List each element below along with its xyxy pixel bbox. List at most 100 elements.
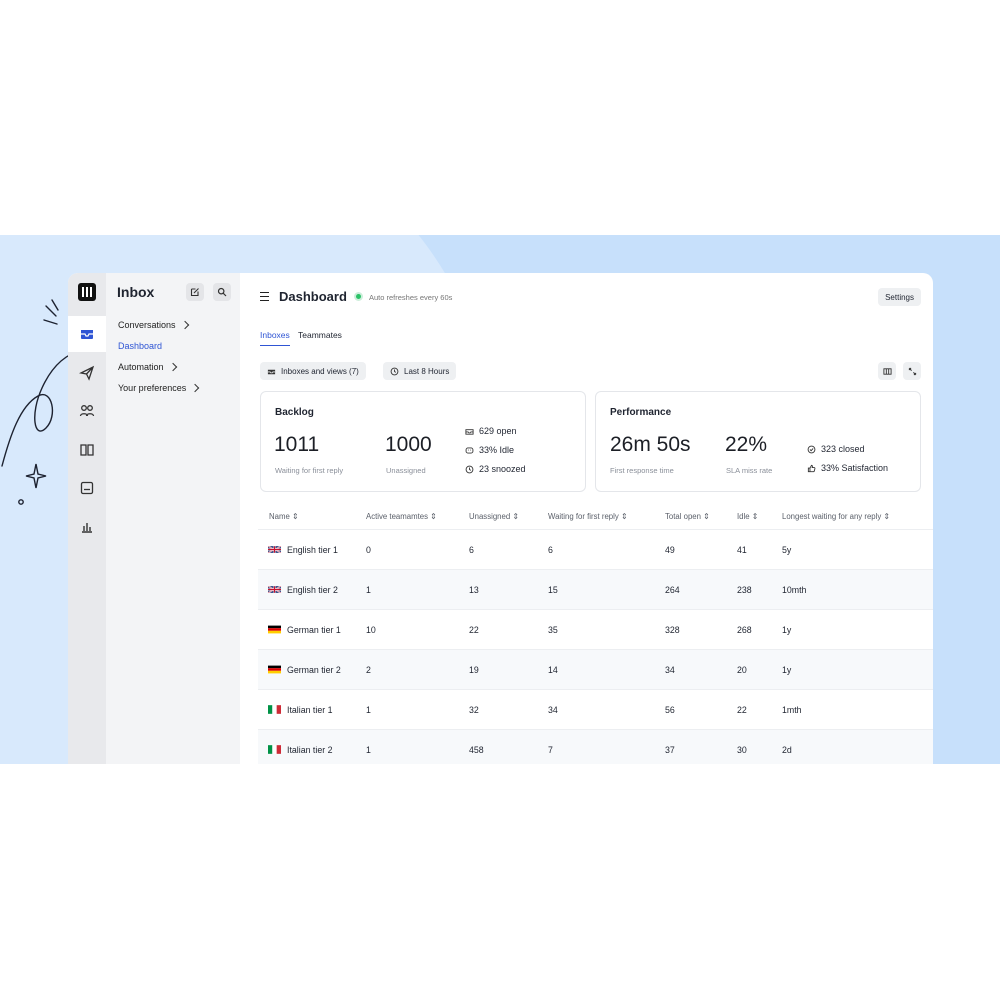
inbox-icon[interactable]	[68, 316, 106, 352]
sidebar-title: Inbox	[117, 284, 155, 300]
cell-longest: 1y	[782, 665, 792, 675]
expand-icon[interactable]	[903, 362, 921, 380]
cell-longest: 2d	[782, 745, 792, 755]
cell-unassigned: 458	[469, 745, 484, 755]
table-row[interactable]: Italian tier 2 1 458 7 37 30 2d	[258, 729, 933, 764]
sla-value: 22%	[725, 433, 768, 456]
sidebar-item-dashboard[interactable]: Dashboard	[118, 341, 162, 351]
flag-it-icon	[268, 745, 281, 754]
first-response-value: 26m 50s	[610, 433, 691, 456]
inbox-icon	[267, 369, 276, 374]
col-waiting[interactable]: Waiting for first reply ⇕	[548, 512, 627, 521]
idle-stat: 33% Idle	[465, 445, 514, 455]
cell-total: 328	[665, 625, 680, 635]
cell-total: 264	[665, 585, 680, 595]
menu-icon[interactable]	[260, 292, 269, 301]
tab-teammates[interactable]: Teammates	[298, 330, 342, 345]
inbox-sidebar: Inbox Conversations Dashboard Automation…	[106, 273, 240, 764]
col-name[interactable]: Name ⇕	[269, 512, 299, 521]
col-longest-waiting[interactable]: Longest waiting for any reply ⇕	[782, 512, 890, 521]
settings-button[interactable]: Settings	[878, 288, 921, 306]
flag-uk-icon	[268, 545, 281, 554]
unassigned-value: 1000	[385, 433, 432, 456]
cell-total: 56	[665, 705, 675, 715]
snooze-clock-icon	[465, 465, 474, 473]
cell-unassigned: 6	[469, 545, 474, 555]
cell-active: 2	[366, 665, 371, 675]
inbox-name: Italian tier 1	[287, 705, 333, 715]
inbox-name: English tier 2	[287, 585, 338, 595]
table-row[interactable]: English tier 1 0 6 6 49 41 5y	[258, 529, 933, 569]
cell-active: 0	[366, 545, 371, 555]
cell-idle: 30	[737, 745, 747, 755]
inbox-name: German tier 1	[287, 625, 341, 635]
col-idle[interactable]: Idle ⇕	[737, 512, 758, 521]
inbox-name: German tier 2	[287, 665, 341, 675]
cell-waiting: 6	[548, 545, 553, 555]
intercom-logo[interactable]	[78, 283, 96, 301]
col-total-open[interactable]: Total open ⇕	[665, 512, 710, 521]
open-stat: 629 open	[465, 426, 517, 436]
table-row[interactable]: German tier 2 2 19 14 34 20 1y	[258, 649, 933, 689]
bar-chart-icon[interactable]	[68, 509, 106, 545]
chevron-right-icon	[190, 383, 200, 393]
cell-longest: 10mth	[782, 585, 807, 595]
inboxes-filter-button[interactable]: Inboxes and views (7)	[260, 362, 366, 380]
chevron-right-icon	[168, 362, 177, 372]
cell-active: 10	[366, 625, 376, 635]
cell-unassigned: 13	[469, 585, 479, 595]
cell-idle: 41	[737, 545, 747, 555]
check-circle-icon	[807, 445, 816, 453]
closed-stat: 323 closed	[807, 444, 865, 454]
columns-icon[interactable]	[878, 362, 896, 380]
unassigned-label: Unassigned	[386, 466, 426, 475]
satisfaction-stat: 33% Satisfaction	[807, 463, 888, 473]
sidebar-item-preferences[interactable]: Your preferences	[118, 383, 200, 393]
waiting-label: Waiting for first reply	[275, 466, 344, 475]
waiting-value: 1011	[274, 433, 320, 456]
col-active-teammates[interactable]: Active teamamtes ⇕	[366, 512, 437, 521]
live-status-dot	[356, 294, 361, 299]
performance-title: Performance	[610, 407, 672, 418]
backlog-card: Backlog 1011 Waiting for first reply 100…	[260, 391, 586, 492]
tab-inboxes[interactable]: Inboxes	[260, 330, 290, 346]
cell-idle: 20	[737, 665, 747, 675]
table-row[interactable]: Italian tier 1 1 32 34 56 22 1mth	[258, 689, 933, 729]
cell-active: 1	[366, 745, 371, 755]
flag-de-icon	[268, 625, 281, 634]
flag-uk-icon	[268, 585, 281, 594]
time-range-button[interactable]: Last 8 Hours	[383, 362, 457, 380]
compose-icon[interactable]	[186, 283, 204, 301]
flag-de-icon	[268, 665, 281, 674]
cell-longest: 1mth	[782, 705, 802, 715]
clock-icon	[390, 367, 399, 375]
cell-total: 49	[665, 545, 675, 555]
inbox-icon	[465, 428, 474, 435]
cell-waiting: 35	[548, 625, 558, 635]
cell-active: 1	[366, 585, 371, 595]
cell-total: 34	[665, 665, 675, 675]
sla-label: SLA miss rate	[726, 466, 773, 475]
inbox-name: Italian tier 2	[287, 745, 333, 755]
backlog-title: Backlog	[275, 407, 314, 418]
auto-refresh-label: Auto refreshes every 60s	[369, 293, 453, 302]
cell-waiting: 34	[548, 705, 558, 715]
sidebar-item-conversations[interactable]: Conversations	[118, 320, 189, 330]
book-icon[interactable]	[68, 432, 106, 468]
sidebar-item-automation[interactable]: Automation	[118, 362, 177, 372]
idle-icon	[465, 447, 474, 453]
cell-total: 37	[665, 745, 675, 755]
table-row[interactable]: German tier 1 10 22 35 328 268 1y	[258, 609, 933, 649]
inbox-table: Name ⇕ Active teamamtes ⇕ Unassigned ⇕ W…	[258, 504, 933, 764]
first-response-label: First response time	[610, 466, 674, 475]
table-row[interactable]: English tier 2 1 13 15 264 238 10mth	[258, 569, 933, 609]
message-box-icon[interactable]	[68, 470, 106, 506]
chevron-right-icon	[180, 320, 189, 330]
search-icon[interactable]	[213, 283, 231, 301]
col-unassigned[interactable]: Unassigned ⇕	[469, 512, 519, 521]
people-icon[interactable]	[68, 393, 106, 429]
cell-waiting: 15	[548, 585, 558, 595]
cell-longest: 1y	[782, 625, 792, 635]
inbox-name: English tier 1	[287, 545, 338, 555]
paper-plane-icon[interactable]	[68, 355, 106, 391]
